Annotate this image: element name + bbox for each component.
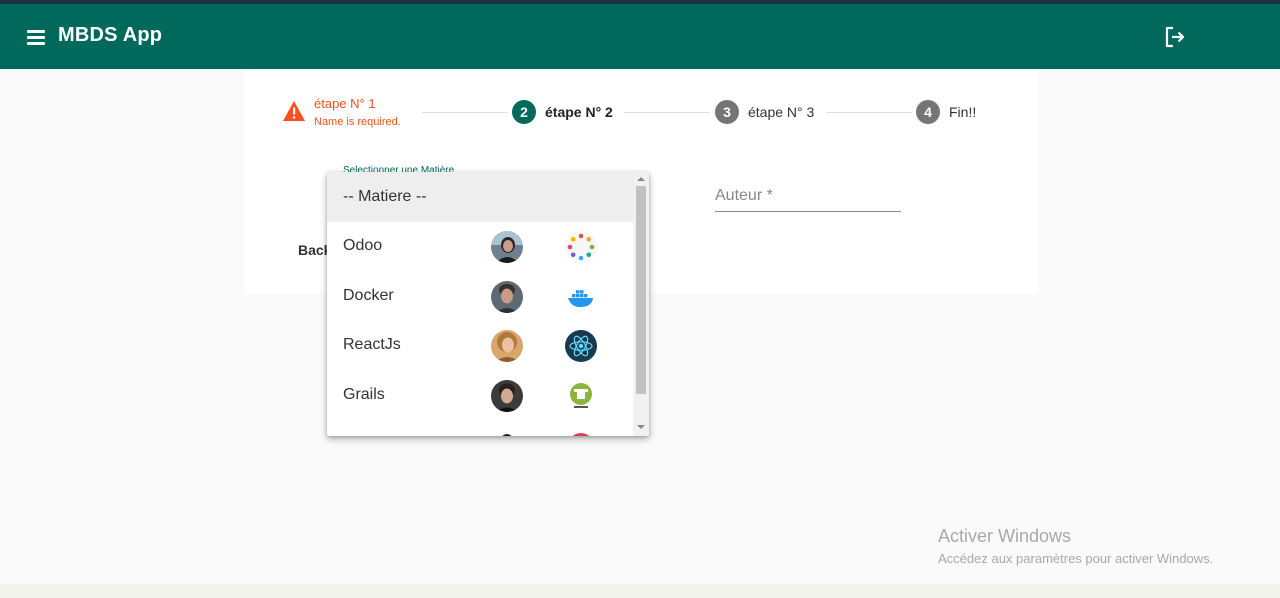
- angular-logo-icon: [565, 430, 597, 436]
- scroll-down-icon[interactable]: [637, 425, 645, 429]
- step-4[interactable]: 4 Fin!!: [916, 98, 976, 126]
- matiere-option-next[interactable]: [327, 420, 633, 436]
- step-2[interactable]: 2 étape N° 2: [512, 98, 613, 126]
- menu-icon[interactable]: [24, 25, 48, 49]
- step-connector: [624, 112, 710, 113]
- professor-avatar: [491, 281, 523, 313]
- matiere-option-placeholder[interactable]: -- Matiere --: [327, 172, 633, 222]
- matiere-option-odoo[interactable]: Odoo: [327, 221, 633, 271]
- option-label: Docker: [343, 287, 394, 304]
- bottom-edge: [0, 584, 1280, 598]
- auteur-input[interactable]: Auteur *: [715, 186, 901, 212]
- step-1-label: étape N° 1: [314, 96, 376, 111]
- odoo-logo-icon: [565, 231, 597, 263]
- step-2-label: étape N° 2: [545, 104, 613, 120]
- watermark-subtitle: Accédez aux paramètres pour activer Wind…: [938, 551, 1214, 566]
- professor-avatar: [491, 231, 523, 263]
- docker-logo-icon: [565, 281, 597, 313]
- warning-icon: [283, 101, 305, 121]
- step-1-error: Name is required.: [314, 116, 401, 128]
- option-label: ReactJs: [343, 336, 401, 353]
- option-label: -- Matiere --: [343, 188, 427, 205]
- step-connector: [826, 112, 912, 113]
- app-title: MBDS App: [58, 24, 163, 46]
- grails-logo-icon: [565, 380, 597, 412]
- logout-icon[interactable]: [1162, 24, 1188, 50]
- dropdown-scrollbar[interactable]: [633, 172, 649, 436]
- option-label: Odoo: [343, 237, 383, 254]
- watermark-title: Activer Windows: [938, 526, 1072, 546]
- step-connector: [422, 112, 508, 113]
- app-toolbar: MBDS App: [0, 4, 1280, 69]
- step-2-number: 2: [512, 100, 536, 124]
- step-4-label: Fin!!: [949, 104, 977, 120]
- professor-avatar: [491, 380, 523, 412]
- step-4-number: 4: [916, 100, 940, 124]
- professor-avatar: [491, 430, 523, 436]
- step-3-number: 3: [715, 100, 739, 124]
- react-logo-icon: [565, 330, 597, 362]
- windows-activation-watermark: Activer Windows Accédez aux paramètres p…: [938, 526, 1213, 566]
- matiere-option-grails[interactable]: Grails: [327, 370, 633, 420]
- step-3[interactable]: 3 étape N° 3: [715, 98, 814, 126]
- step-3-label: étape N° 3: [748, 104, 815, 120]
- professor-avatar: [491, 330, 523, 362]
- scroll-up-icon[interactable]: [637, 177, 645, 181]
- matiere-dropdown: -- Matiere -- Odoo Docker ReactJs Grails: [327, 172, 649, 436]
- matiere-option-reactjs[interactable]: ReactJs: [327, 320, 633, 370]
- matiere-option-docker[interactable]: Docker: [327, 271, 633, 321]
- option-label: Grails: [343, 386, 385, 403]
- scroll-thumb[interactable]: [636, 186, 646, 394]
